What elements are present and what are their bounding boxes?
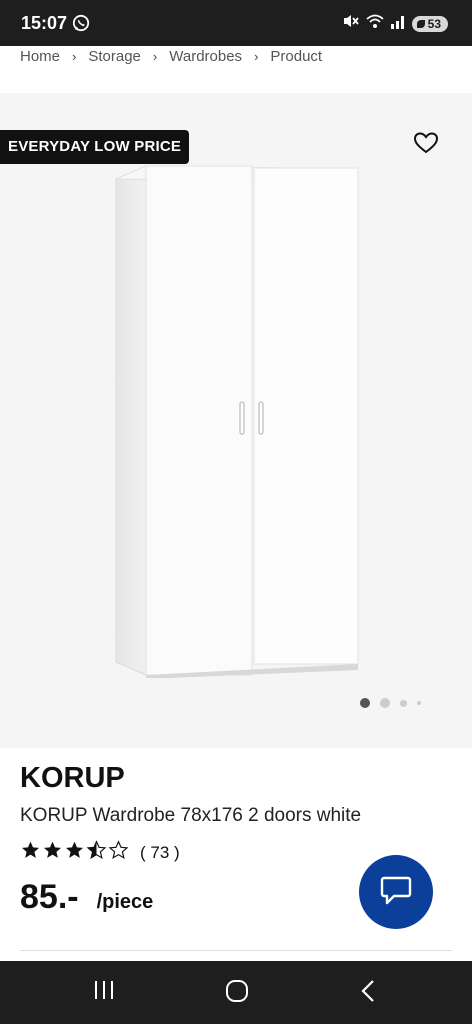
breadcrumb-product[interactable]: Product xyxy=(270,48,322,65)
product-brand: KORUP xyxy=(20,762,125,794)
back-icon[interactable] xyxy=(360,979,376,1008)
chat-bubble-icon xyxy=(379,873,413,912)
chevron-right-icon: › xyxy=(152,48,158,64)
product-description: KORUP Wardrobe 78x176 2 doors white xyxy=(20,805,362,826)
pagination-dot[interactable] xyxy=(400,699,407,707)
pagination-dot-active[interactable] xyxy=(360,698,370,708)
chevron-right-icon: › xyxy=(254,48,259,64)
divider xyxy=(20,950,452,951)
status-bar: 15:07 53 xyxy=(0,0,472,46)
whatsapp-icon xyxy=(72,14,90,37)
favorite-heart-icon[interactable] xyxy=(413,131,439,160)
product-rating[interactable]: ( 73 ) xyxy=(20,840,180,865)
battery-level: 53 xyxy=(427,16,441,31)
product-price: 85.- /piece xyxy=(20,878,153,917)
breadcrumb-storage[interactable]: Storage xyxy=(88,48,141,65)
home-icon[interactable] xyxy=(225,979,249,1008)
status-time: 15:07 xyxy=(21,13,68,33)
chat-button[interactable] xyxy=(359,855,433,929)
star-full-icon xyxy=(20,840,41,865)
star-full-icon xyxy=(42,840,63,865)
wifi-icon xyxy=(366,14,384,34)
rating-count[interactable]: ( 73 ) xyxy=(140,843,180,863)
signal-icon xyxy=(390,14,406,34)
chevron-right-icon: › xyxy=(72,48,77,64)
battery-indicator: 53 xyxy=(411,15,448,32)
star-full-icon xyxy=(64,840,85,865)
wardrobe-product-image[interactable] xyxy=(110,164,360,683)
battery-saver-icon xyxy=(416,19,425,28)
price-amount: 85.- xyxy=(20,878,79,916)
star-empty-icon xyxy=(108,840,129,865)
pagination-dot[interactable] xyxy=(417,701,421,705)
breadcrumb-wardrobes[interactable]: Wardrobes xyxy=(169,48,242,65)
star-half-icon xyxy=(86,840,107,865)
system-navigation-bar xyxy=(0,961,472,1024)
breadcrumb: Home › Storage › Wardrobes › Product xyxy=(20,45,322,67)
price-unit: /piece xyxy=(96,891,154,913)
recent-apps-icon[interactable] xyxy=(93,979,115,1006)
gallery-pagination[interactable] xyxy=(360,698,421,708)
everyday-low-price-badge: EVERYDAY LOW PRICE xyxy=(0,130,190,164)
breadcrumb-home[interactable]: Home xyxy=(20,48,60,65)
mute-icon xyxy=(342,13,360,34)
pagination-dot[interactable] xyxy=(380,698,390,708)
